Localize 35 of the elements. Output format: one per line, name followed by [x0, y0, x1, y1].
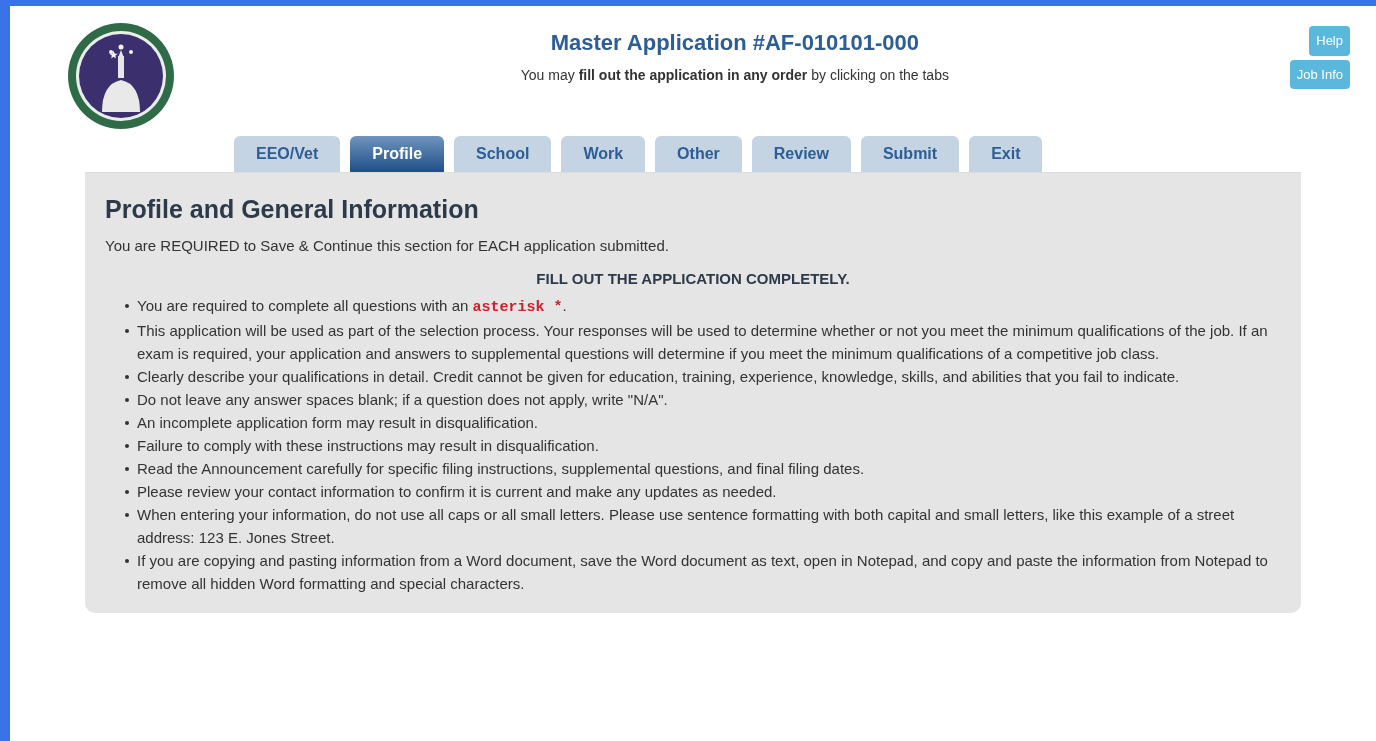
bullet-icon	[125, 375, 129, 379]
tab[interactable]: Exit	[969, 136, 1043, 172]
bullet-icon	[125, 421, 129, 425]
page-title: Master Application #AF-010101-000	[550, 29, 920, 57]
instruction-text: An incomplete application form may result in disqualification.	[137, 413, 539, 433]
tab[interactable]: Review	[751, 136, 851, 172]
bullet-icon	[125, 513, 129, 517]
bullet-icon	[125, 398, 129, 402]
help-button[interactable]: Help	[1309, 26, 1350, 56]
instruction-text: When entering your information, do not use all caps or all small letters. Please use sentence formatting with both capital and small letters, like this example of a street address: 123 E. Jones Street.	[137, 505, 1236, 548]
section-note: You are REQUIRED to Save & Continue this section for EACH application submitted.	[105, 236, 670, 256]
tab[interactable]: Profile	[350, 136, 445, 172]
bullet-icon	[125, 444, 129, 448]
section-subheading: FILL OUT THE APPLICATION COMPLETELY.	[535, 268, 851, 289]
tab[interactable]: Other	[655, 136, 742, 172]
instruction-text: Read the Announcement carefully for specific filing instructions, supplemental questions, and final filing dates.	[137, 459, 865, 479]
instruction-text: Failure to comply with these instructions may result in disqualification.	[137, 436, 599, 456]
bullet-icon	[125, 490, 129, 494]
tab[interactable]: Submit	[860, 136, 960, 172]
bullet-icon	[125, 467, 129, 471]
tab[interactable]: School	[454, 136, 552, 172]
section-heading: Profile and General Information	[105, 195, 480, 223]
tab[interactable]: Work	[561, 136, 646, 172]
page-subtitle: You may fill out the application in any order by clicking on the tabs	[520, 66, 949, 85]
bullet-icon	[125, 559, 129, 563]
instruction-text: Do not leave any answer spaces blank; if a question does not apply, write "N/A".	[137, 390, 668, 410]
instruction-text: This application will be used as part of the selection process. Your responses will be used to determine whether or not you meet the minimum qualifications of the job. If an exam is required, your application and answers to supplemental questions will determine if you meet the minimum qualifications of a competitive job class.	[137, 321, 1269, 364]
tab[interactable]: EEO/Vet	[234, 136, 341, 172]
bullet-icon	[125, 329, 129, 333]
job-info-button[interactable]: Job Info	[1289, 59, 1350, 89]
instruction-text: You are required to complete all questions with an asterisk *.	[137, 296, 567, 318]
instruction-text: Clearly describe your qualifications in detail. Credit cannot be given for education, training, experience, knowledge, skills, and abilities that you fail to indicate.	[137, 367, 1180, 387]
instruction-text: Please review your contact information to confirm it is current and make any updates as needed.	[137, 482, 777, 502]
instruction-text: If you are copying and pasting information from a Word document, save the Word document as text, open in Notepad, and copy and paste the information from Notepad to remove all hidden Word formatting and special characters.	[137, 551, 1269, 594]
bullet-icon	[125, 304, 129, 308]
